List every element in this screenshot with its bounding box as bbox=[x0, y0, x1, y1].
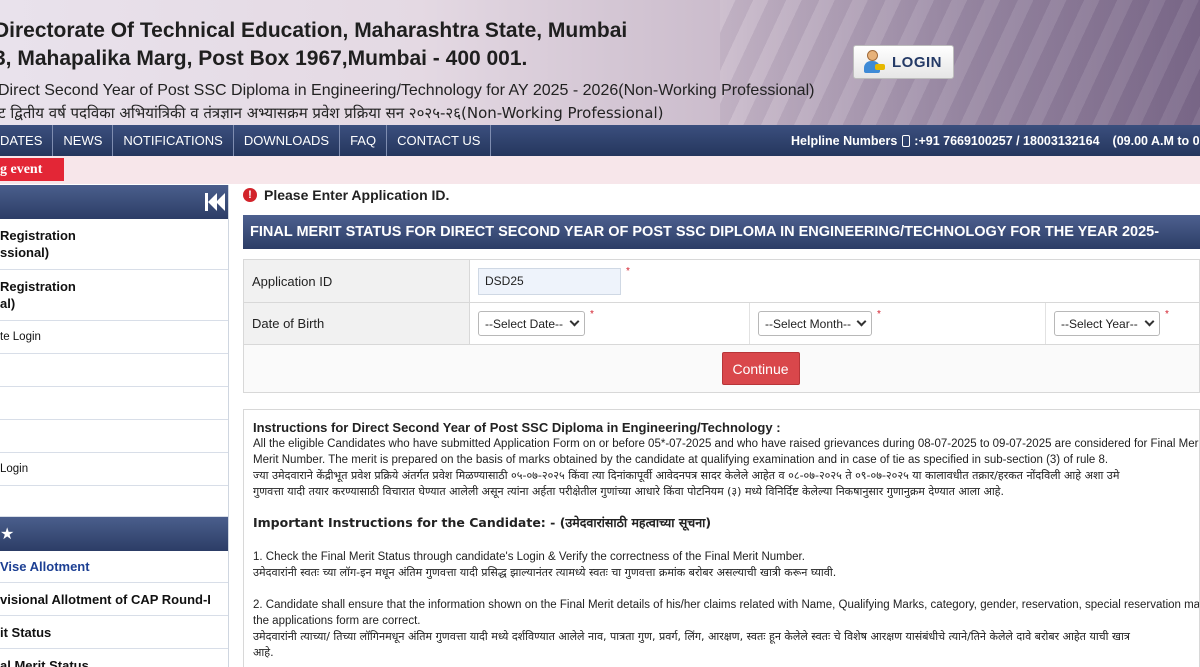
dob-year-select[interactable]: --Select Year-- bbox=[1054, 311, 1160, 336]
header-subtitle-en: Direct Second Year of Post SSC Diploma i… bbox=[0, 82, 815, 99]
helpline-hours: (09.00 A.M to 07 bbox=[1112, 133, 1200, 148]
instruction-2: 2. Candidate shall ensure that the infor… bbox=[253, 599, 1200, 611]
dob-label: Date of Birth bbox=[244, 303, 470, 344]
form-row-dob: Date of Birth --Select Date-- * --Select… bbox=[244, 303, 1199, 345]
instructions-title: Instructions for Direct Second Year of P… bbox=[253, 420, 781, 435]
sidebar-link-merit-status[interactable]: it Status bbox=[0, 616, 228, 649]
helpline: Helpline Numbers :+91 7669100257 / 18003… bbox=[791, 125, 1200, 156]
star-icon: ★ bbox=[0, 526, 15, 543]
login-label: LOGIN bbox=[892, 53, 942, 71]
user-key-icon bbox=[860, 49, 886, 75]
important-instructions-title: Important Instructions for the Candidate… bbox=[253, 515, 712, 530]
application-id-input[interactable]: DSD25 bbox=[478, 267, 621, 295]
instruction-2-cont: the applications form are correct. bbox=[253, 615, 421, 627]
nav-contact-us[interactable]: CONTACT US bbox=[387, 125, 492, 156]
nav-faq[interactable]: FAQ bbox=[340, 125, 388, 156]
instructions-m2: गुणवत्ता यादी तयार करण्यासाठी विचारात घे… bbox=[253, 485, 1005, 498]
instructions-m1: ज्या उमेदवाराने केंद्रीभूत प्रवेश प्रक्र… bbox=[253, 469, 1120, 482]
helpline-label: Helpline Numbers bbox=[791, 133, 898, 148]
site-header: Directorate Of Technical Education, Maha… bbox=[0, 0, 1200, 125]
sidebar-item-5[interactable] bbox=[0, 387, 228, 420]
instructions-panel: Instructions for Direct Second Year of P… bbox=[243, 409, 1200, 667]
event-ticker-bar: g event bbox=[0, 156, 1200, 184]
helpline-numbers: :+91 7669100257 / 18003132164 bbox=[914, 133, 1100, 148]
instructions-p1: All the eligible Candidates who have sub… bbox=[253, 438, 1200, 450]
sidebar-item-registration-2[interactable]: Registration al) bbox=[0, 270, 228, 321]
sidebar-item-8[interactable] bbox=[0, 486, 228, 517]
sidebar-section-header: ★ bbox=[0, 517, 228, 551]
sidebar-link-final-merit-status[interactable]: al Merit Status bbox=[0, 649, 228, 667]
instruction-2-mr-cont: आहे. bbox=[253, 646, 274, 659]
chevron-down-icon bbox=[569, 316, 580, 327]
login-form: Application ID DSD25 * Date of Birth --S… bbox=[243, 259, 1200, 393]
form-row-application-id: Application ID DSD25 * bbox=[244, 260, 1199, 303]
phone-icon bbox=[902, 134, 911, 147]
merit-status-title: FINAL MERIT STATUS FOR DIRECT SECOND YEA… bbox=[243, 215, 1200, 249]
nav-dates[interactable]: DATES bbox=[0, 125, 54, 156]
sidebar-item-registration-1[interactable]: Registration ssional) bbox=[0, 219, 228, 270]
sidebar-item-6[interactable] bbox=[0, 420, 228, 453]
dob-date-select[interactable]: --Select Date-- bbox=[478, 311, 585, 336]
dob-month-select[interactable]: --Select Month-- bbox=[758, 311, 872, 336]
instruction-1: 1. Check the Final Merit Status through … bbox=[253, 551, 805, 563]
alert-text: Please Enter Application ID. bbox=[264, 187, 450, 203]
sidebar-item-4[interactable] bbox=[0, 354, 228, 387]
instruction-1-mr: उमेदवारांनी स्वतः च्या लॉग-इन मधून अंतिम… bbox=[253, 566, 837, 579]
nav-notifications[interactable]: NOTIFICATIONS bbox=[113, 125, 234, 156]
login-button[interactable]: LOGIN bbox=[853, 45, 954, 79]
application-id-label: Application ID bbox=[244, 260, 470, 302]
validation-alert: ! Please Enter Application ID. bbox=[243, 184, 449, 206]
nav-news[interactable]: NEWS bbox=[53, 125, 114, 156]
header-subtitle-mr: ट द्वितीय वर्ष पदविका अभियांत्रिकी व तंत… bbox=[0, 104, 664, 122]
error-icon: ! bbox=[243, 188, 257, 202]
nav-downloads[interactable]: DOWNLOADS bbox=[234, 125, 341, 156]
sidebar: Registration ssional) Registration al) te … bbox=[0, 185, 229, 667]
collapse-sidebar-icon[interactable] bbox=[205, 191, 225, 213]
header-org-name: Directorate Of Technical Education, Maha… bbox=[0, 19, 628, 42]
event-tag[interactable]: g event bbox=[0, 158, 64, 181]
sidebar-link-wise-allotment[interactable]: Vise Allotment bbox=[0, 551, 228, 583]
chevron-down-icon bbox=[856, 316, 867, 327]
instructions-p2: Merit Number. The merit is prepared on t… bbox=[253, 454, 1109, 466]
sidebar-item-login[interactable]: Login bbox=[0, 453, 228, 486]
sidebar-link-provisional-allotment[interactable]: visional Allotment of CAP Round-I bbox=[0, 583, 228, 616]
header-address: 3, Mahapalika Marg, Post Box 1967,Mumbai… bbox=[0, 47, 528, 70]
main-nav: DATES NEWS NOTIFICATIONS DOWNLOADS FAQ C… bbox=[0, 125, 1200, 156]
chevron-down-icon bbox=[1144, 316, 1155, 327]
continue-button[interactable]: Continue bbox=[721, 352, 800, 385]
sidebar-header bbox=[0, 185, 228, 219]
required-mark: * bbox=[626, 266, 630, 277]
sidebar-item-candidate-login[interactable]: te Login bbox=[0, 321, 228, 354]
instruction-2-mr: उमेदवारांनी त्याच्या/ तिच्या लॉगिनमधून अ… bbox=[253, 630, 1130, 643]
